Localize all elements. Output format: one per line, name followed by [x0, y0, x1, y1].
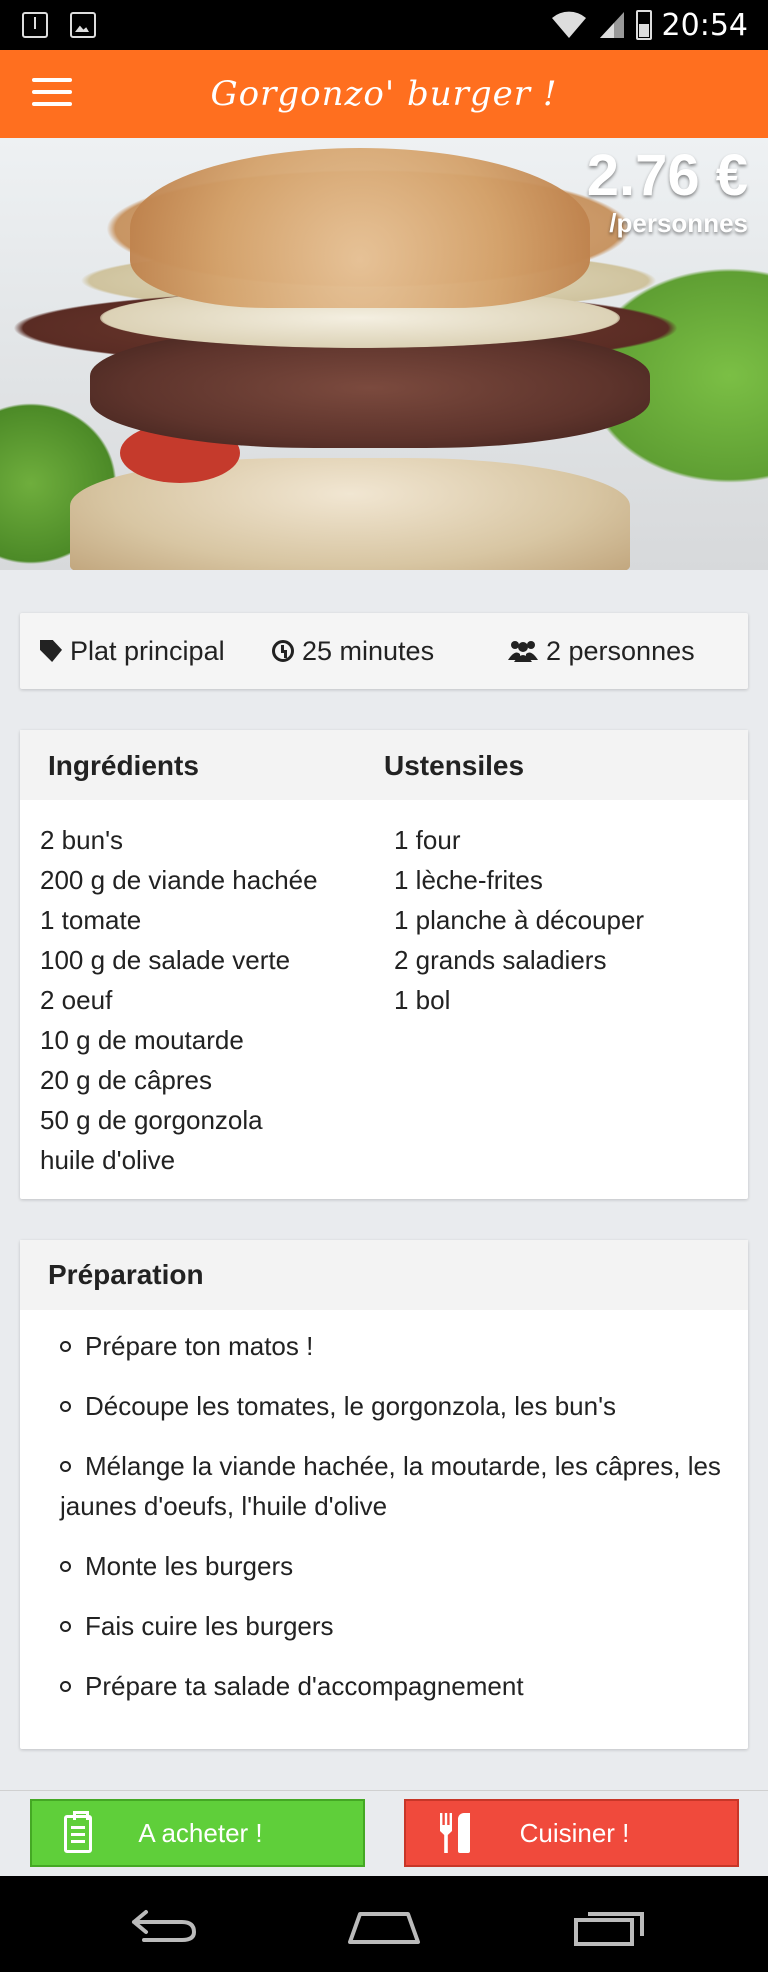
status-time: 20:54: [661, 7, 748, 43]
battery-icon: [635, 10, 652, 40]
ingredient-item: 200 g de viande hachée: [40, 865, 318, 895]
bullet-icon: [60, 1340, 71, 1352]
step-item: Monte les burgers: [60, 1546, 724, 1586]
bullet-icon: [60, 1680, 71, 1692]
utensil-item: 1 four: [394, 825, 461, 855]
bullet-icon: [60, 1400, 71, 1412]
cutlery-icon: [436, 1811, 472, 1855]
preparation-steps: Prépare ton matos ! Découpe les tomates,…: [20, 1310, 748, 1706]
status-bar: 20:54: [0, 0, 768, 50]
page-title: Gorgonzo' burger !: [210, 74, 558, 114]
ingredients-header: Ingrédients Ustensiles: [20, 730, 748, 800]
utensil-item: 1 bol: [394, 985, 451, 1015]
utensil-item: 1 lèche-frites: [394, 865, 543, 895]
step-text: Découpe les tomates, le gorgonzola, les …: [85, 1391, 617, 1421]
step-item: Prépare ta salade d'accompagnement: [60, 1666, 724, 1706]
ingredient-item: 10 g de moutarde: [40, 1025, 244, 1055]
step-text: Prépare ta salade d'accompagnement: [85, 1671, 524, 1701]
action-bar: A acheter ! Cuisiner !: [0, 1790, 768, 1876]
step-text: Mélange la viande hachée, la moutarde, l…: [60, 1451, 721, 1521]
price-value: 2.76 €: [586, 143, 748, 208]
download-icon: [22, 12, 48, 38]
buy-button[interactable]: A acheter !: [30, 1799, 365, 1867]
time-info: 25 minutes: [272, 636, 508, 667]
ingredients-list: 2 bun's 200 g de viande hachée 1 tomate …: [40, 820, 318, 1180]
category-info: Plat principal: [40, 636, 272, 667]
back-icon[interactable]: [122, 1904, 202, 1948]
step-text: Monte les burgers: [85, 1551, 294, 1581]
price-tag: 2.76 € /personnes: [587, 144, 748, 239]
ingredient-item: 100 g de salade verte: [40, 945, 291, 975]
bullet-icon: [60, 1560, 71, 1572]
ingredients-card: Ingrédients Ustensiles 2 bun's 200 g de …: [20, 730, 748, 1199]
bullet-icon: [60, 1620, 71, 1632]
menu-icon[interactable]: [32, 78, 72, 108]
ingredient-item: 20 g de câpres: [40, 1065, 213, 1095]
price-unit: /personnes: [609, 208, 748, 238]
step-text: Fais cuire les burgers: [85, 1611, 334, 1641]
step-item: Fais cuire les burgers: [60, 1606, 724, 1646]
users-icon: [508, 641, 538, 662]
clock-icon: [272, 640, 294, 662]
ingredient-item: huile d'olive: [40, 1145, 176, 1175]
utensil-item: 1 planche à découper: [394, 905, 645, 935]
utensils-list: 1 four 1 lèche-frites 1 planche à découp…: [394, 820, 644, 1020]
recipe-image: 2.76 € /personnes: [0, 138, 768, 570]
step-item: Prépare ton matos !: [60, 1326, 724, 1366]
buy-button-label: A acheter !: [138, 1817, 263, 1848]
wifi-icon: [551, 11, 586, 38]
step-item: Découpe les tomates, le gorgonzola, les …: [60, 1386, 724, 1426]
image-icon: [70, 12, 96, 38]
home-icon[interactable]: [344, 1904, 424, 1948]
recipe-info-card: Plat principal 25 minutes 2 personnes: [20, 613, 748, 689]
tag-icon: [40, 640, 62, 662]
clipboard-icon: [62, 1811, 98, 1855]
servings-info: 2 personnes: [508, 636, 695, 667]
ingredient-item: 1 tomate: [40, 905, 142, 935]
ingredient-item: 50 g de gorgonzola: [40, 1105, 263, 1135]
cook-button-label: Cuisiner !: [519, 1817, 630, 1848]
cook-button[interactable]: Cuisiner !: [404, 1799, 739, 1867]
signal-icon: [599, 12, 624, 38]
category-label: Plat principal: [70, 635, 225, 666]
preparation-header: Préparation: [20, 1240, 748, 1310]
app-bar: Gorgonzo' burger !: [0, 50, 768, 138]
utensils-title: Ustensiles: [384, 750, 525, 781]
ingredient-item: 2 oeuf: [40, 985, 113, 1015]
system-nav-bar: [0, 1876, 768, 1972]
servings-label: 2 personnes: [546, 635, 695, 666]
preparation-title: Préparation: [48, 1259, 204, 1290]
ingredient-item: 2 bun's: [40, 825, 124, 855]
ingredients-title: Ingrédients: [48, 750, 199, 781]
bullet-icon: [60, 1460, 71, 1472]
recent-apps-icon[interactable]: [572, 1904, 652, 1948]
step-item: Mélange la viande hachée, la moutarde, l…: [60, 1446, 724, 1526]
utensil-item: 2 grands saladiers: [394, 945, 607, 975]
step-text: Prépare ton matos !: [85, 1331, 314, 1361]
time-label: 25 minutes: [302, 635, 435, 666]
preparation-card: Préparation Prépare ton matos ! Découpe …: [20, 1240, 748, 1749]
